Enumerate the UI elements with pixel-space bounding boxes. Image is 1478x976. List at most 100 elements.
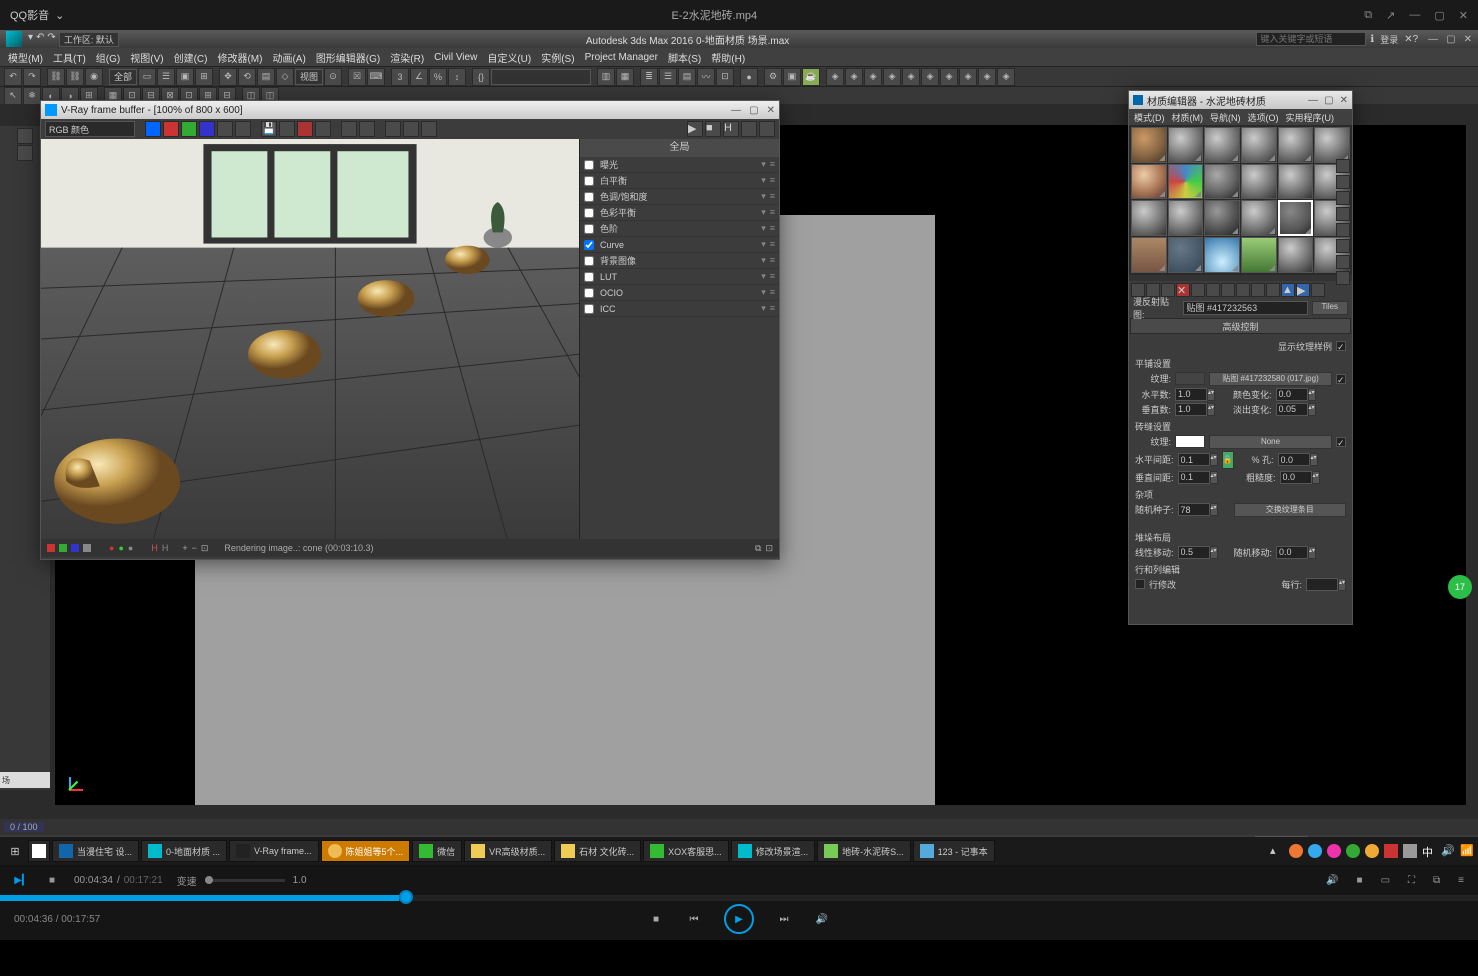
- vfb-zoomout-icon[interactable]: −: [192, 543, 197, 553]
- vfb-link-icon[interactable]: ⧉: [755, 543, 761, 554]
- mat-slot-7[interactable]: [1131, 164, 1167, 200]
- mat-make-unique[interactable]: [1206, 283, 1220, 297]
- prev-button[interactable]: ⏮: [686, 911, 702, 927]
- mat-put-lib[interactable]: [1221, 283, 1235, 297]
- tray-icon-7[interactable]: [1403, 844, 1417, 858]
- vfb-region-button[interactable]: [385, 121, 401, 137]
- mat-slot-4[interactable]: [1241, 127, 1277, 163]
- vfb-clear-button[interactable]: [297, 121, 313, 137]
- mat-slot-14[interactable]: [1168, 200, 1204, 236]
- spinner-snap-button[interactable]: ↕: [448, 68, 466, 86]
- share-icon[interactable]: ↗: [1386, 9, 1395, 22]
- layer-button[interactable]: ≣: [640, 68, 658, 86]
- select-name-button[interactable]: ☰: [157, 68, 175, 86]
- taskbar-item-5[interactable]: 微信: [412, 840, 462, 862]
- correction-balance[interactable]: 色彩平衡▾≡: [580, 205, 779, 221]
- mat-name-input[interactable]: [1183, 301, 1308, 315]
- render-button[interactable]: ☕: [802, 68, 820, 86]
- show-swatch-check[interactable]: ✓: [1336, 341, 1346, 351]
- menu-anim[interactable]: 动画(A): [268, 50, 309, 65]
- start-button[interactable]: ⊞: [4, 840, 26, 862]
- menu-tools[interactable]: 工具(T): [49, 50, 90, 65]
- tool7-button[interactable]: ◈: [940, 68, 958, 86]
- correction-huesat[interactable]: 色调/饱和度▾≡: [580, 189, 779, 205]
- vt2[interactable]: [17, 145, 33, 161]
- menu-pm[interactable]: Project Manager: [581, 52, 662, 63]
- mat-slot-5[interactable]: [1278, 127, 1314, 163]
- menu-help[interactable]: 帮助(H): [707, 50, 749, 65]
- correction-icc[interactable]: ICC▾≡: [580, 301, 779, 317]
- fade-input[interactable]: [1276, 403, 1308, 416]
- vfb-saveall-button[interactable]: [279, 121, 295, 137]
- mat-sample-type[interactable]: [1336, 159, 1350, 173]
- max-close-icon[interactable]: ✕: [1464, 34, 1472, 45]
- mat-video[interactable]: [1336, 223, 1350, 237]
- vfb-history-button[interactable]: H: [723, 121, 739, 137]
- mat-uv[interactable]: [1336, 207, 1350, 221]
- mat-slot-10[interactable]: [1241, 164, 1277, 200]
- scene-tab[interactable]: 场: [0, 772, 50, 788]
- move-button[interactable]: ✥: [219, 68, 237, 86]
- vfb-compare-button[interactable]: [359, 121, 375, 137]
- mirror-button[interactable]: ▥: [597, 68, 615, 86]
- mat-slot-23[interactable]: [1278, 237, 1314, 273]
- mat-pick[interactable]: [1311, 283, 1325, 297]
- place-button[interactable]: ◇: [276, 68, 294, 86]
- correction-exposure[interactable]: 曝光▾≡: [580, 157, 779, 173]
- vfb-copy-button[interactable]: [315, 121, 331, 137]
- fullscreen-icon[interactable]: ⛶: [1408, 875, 1415, 886]
- redo-button[interactable]: ↷: [23, 68, 41, 86]
- select-button[interactable]: ▭: [138, 68, 156, 86]
- taskbar-item-1[interactable]: 当漫住宅 设...: [52, 840, 139, 862]
- vfb-expand-icon[interactable]: ⊡: [765, 543, 773, 554]
- vfb-zoom-icon[interactable]: +: [182, 543, 187, 553]
- render-frame-button[interactable]: ▣: [783, 68, 801, 86]
- vfb-channel-dropdown[interactable]: RGB 颜色: [45, 121, 135, 137]
- mat-copy[interactable]: [1191, 283, 1205, 297]
- login-button[interactable]: 登录: [1380, 33, 1398, 46]
- rshift-input[interactable]: [1276, 546, 1308, 559]
- stop-main-button[interactable]: ■: [648, 911, 664, 927]
- tool5-button[interactable]: ◈: [902, 68, 920, 86]
- menu-civil[interactable]: Civil View: [430, 52, 481, 63]
- correction-levels[interactable]: 色阶▾≡: [580, 221, 779, 237]
- tool6-button[interactable]: ◈: [921, 68, 939, 86]
- undo-button[interactable]: ↶: [4, 68, 22, 86]
- speed-slider[interactable]: [205, 879, 285, 882]
- tray-icon-6[interactable]: [1384, 844, 1398, 858]
- mat-menu-nav[interactable]: 导航(N): [1207, 111, 1244, 124]
- player-app-name[interactable]: QQ影音: [10, 7, 49, 23]
- curve-editor-button[interactable]: 〰: [697, 68, 715, 86]
- vfb-g-button[interactable]: [181, 121, 197, 137]
- menu-create[interactable]: 创建(C): [170, 50, 212, 65]
- mat-menu-opts[interactable]: 选项(O): [1245, 111, 1282, 124]
- vfb-alpha-button[interactable]: [217, 121, 233, 137]
- mat-slot-13[interactable]: [1131, 200, 1167, 236]
- link-button[interactable]: ⛓: [47, 68, 65, 86]
- tex-check[interactable]: ✓: [1336, 374, 1346, 384]
- align-button[interactable]: ▦: [616, 68, 634, 86]
- tray-icon-3[interactable]: [1327, 844, 1341, 858]
- select-region-button[interactable]: ▣: [176, 68, 194, 86]
- pctg-input[interactable]: [1278, 453, 1310, 466]
- mat-bg[interactable]: [1336, 191, 1350, 205]
- scene-explorer-button[interactable]: ☰: [659, 68, 677, 86]
- tray-up-icon[interactable]: ▴: [1270, 844, 1284, 858]
- menu-render[interactable]: 渲染(R): [386, 50, 428, 65]
- unlink-button[interactable]: ⛓: [66, 68, 84, 86]
- play-main-button[interactable]: ▶: [724, 904, 754, 934]
- mat-slot-16[interactable]: [1241, 200, 1277, 236]
- infocenter-icon[interactable]: ℹ: [1370, 34, 1374, 45]
- taskbar-item-8[interactable]: XOX客服思...: [643, 840, 729, 862]
- tool1-button[interactable]: ◈: [826, 68, 844, 86]
- vfb-track-button[interactable]: [341, 121, 357, 137]
- gtex-button[interactable]: None: [1209, 435, 1332, 449]
- correction-lut[interactable]: LUT▾≡: [580, 269, 779, 285]
- tool9-button[interactable]: ◈: [978, 68, 996, 86]
- schematic-button[interactable]: ⊡: [716, 68, 734, 86]
- vt1[interactable]: [17, 128, 33, 144]
- gtex-swatch[interactable]: [1175, 435, 1205, 448]
- mat-go-sibling[interactable]: ▶: [1296, 283, 1310, 297]
- sec2[interactable]: ❄: [23, 87, 41, 105]
- mat-menu-util[interactable]: 实用程序(U): [1283, 111, 1338, 124]
